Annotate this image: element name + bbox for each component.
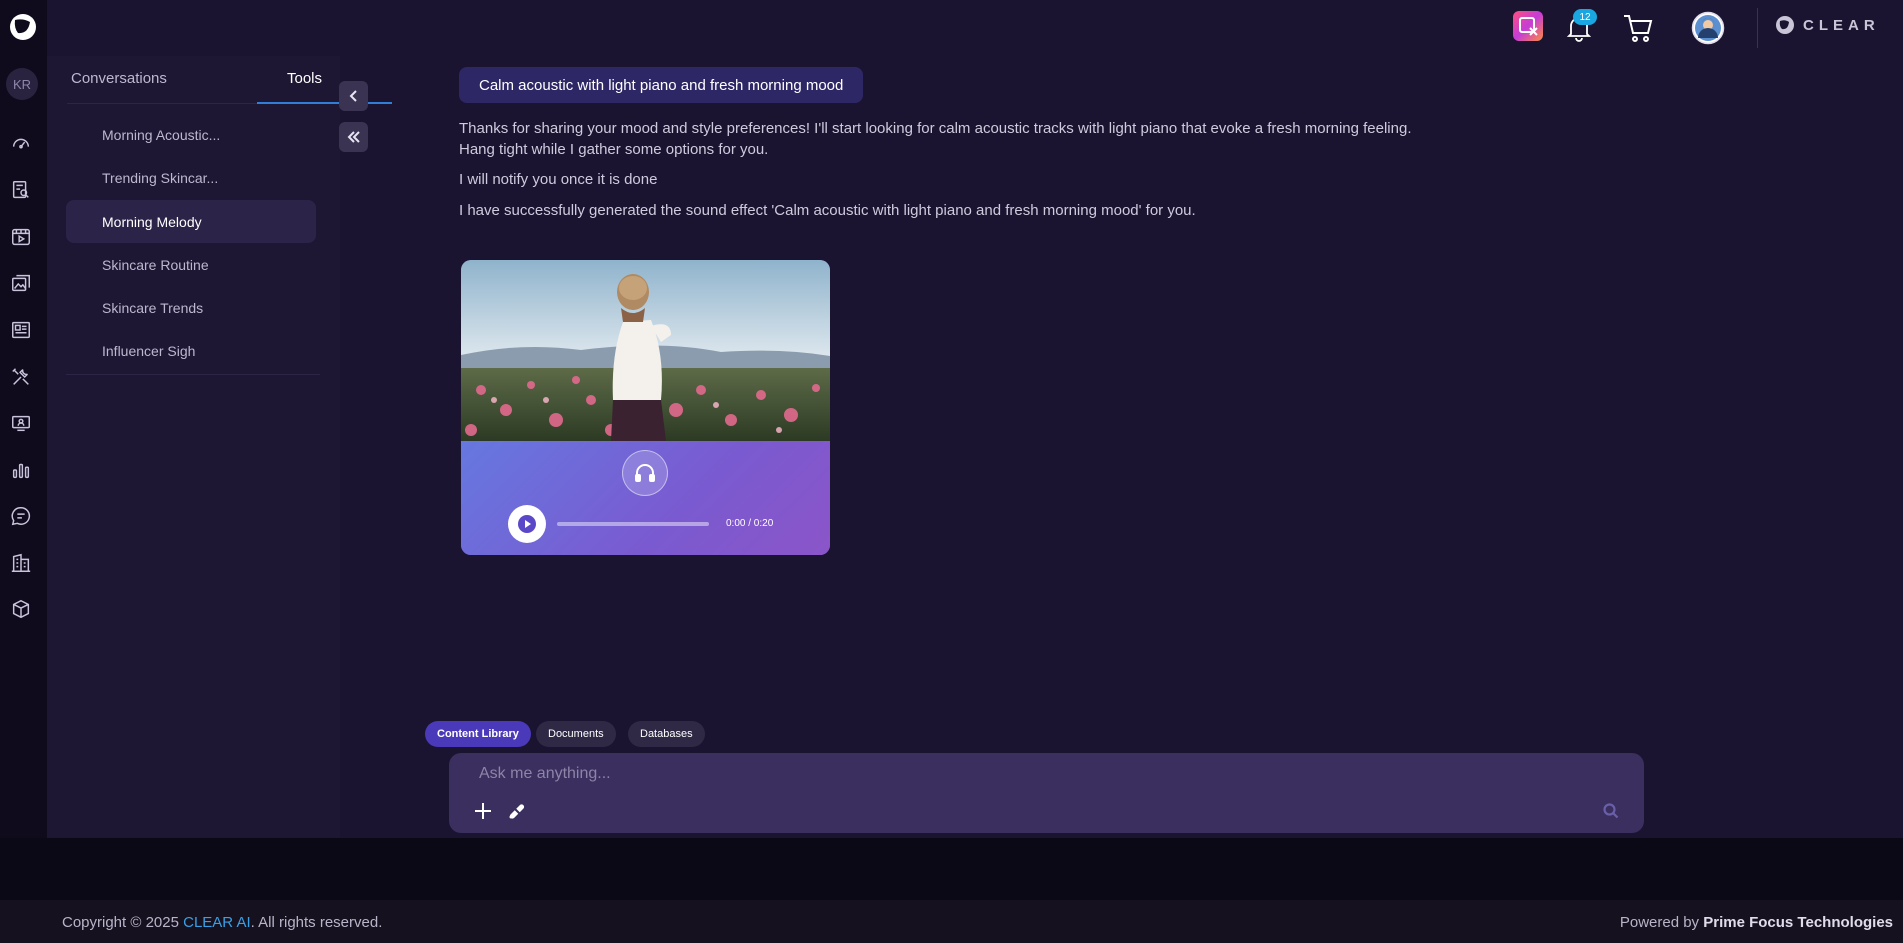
video-icon[interactable] [9,225,33,249]
sidebar-panel: Conversations Tools Morning Acoustic... … [47,56,392,838]
double-chevron-left-icon [347,131,360,143]
powered-prefix: Powered by [1619,914,1704,931]
copyright-brand-link[interactable]: CLEAR AI [183,914,251,931]
tab-conversations[interactable]: Conversations [71,70,167,87]
thread-label: Skincare Routine [102,256,209,273]
chat-input-box [449,753,1644,833]
chip-documents[interactable]: Documents [536,721,616,747]
clear-logo-icon [1776,16,1794,34]
document-search-icon[interactable] [9,178,33,202]
chat-input[interactable] [479,761,1579,787]
package-icon[interactable] [9,597,33,621]
audio-time: 0:00 / 0:20 [726,518,774,529]
assistant-message-line: I will notify you once it is done [459,171,658,188]
left-rail: KR [0,0,47,900]
thread-label: Influencer Sigh [102,342,196,359]
brand-logo: CLEAR [1775,15,1880,35]
thread-item[interactable]: Skincare Trends [66,286,316,329]
user-avatar[interactable]: KR [6,68,38,100]
sidebar-tabs: Conversations Tools [67,56,392,104]
user-message: Calm acoustic with light piano and fresh… [459,67,864,103]
assistant-message-line: I have successfully generated the sound … [459,202,1196,219]
gallery-icon[interactable] [9,271,33,295]
footer: Copyright © 2025 CLEAR AI. All rights re… [0,900,1903,943]
powered-brand: Prime Focus Technologies [1703,914,1893,931]
thread-item[interactable]: Morning Acoustic... [66,113,316,156]
audio-progress-bar[interactable] [557,522,709,526]
cover-image [461,260,830,441]
headphones-icon [622,450,668,496]
building-icon[interactable] [9,551,33,575]
active-tab-indicator [257,102,392,104]
collapse-all-button[interactable] [339,122,368,152]
user-message-text: Calm acoustic with light piano and fresh… [479,76,844,94]
search-icon[interactable] [1599,799,1623,823]
notification-badge: 12 [1573,9,1597,25]
chevron-left-icon [349,90,357,102]
play-button[interactable] [508,505,546,543]
app-logo-icon[interactable] [8,12,38,42]
tab-tools[interactable]: Tools [287,70,322,87]
chip-databases[interactable]: Databases [628,721,705,747]
studio-app-icon[interactable] [1512,10,1544,47]
support-icon[interactable] [9,411,33,435]
add-icon[interactable] [471,799,495,823]
brand-name: CLEAR [1803,16,1880,34]
play-icon [518,515,536,533]
profile-avatar-icon[interactable] [1691,11,1725,50]
cart-icon[interactable] [1622,12,1654,49]
magic-wand-icon[interactable] [505,799,529,823]
thread-item[interactable]: Influencer Sigh [66,329,316,372]
chip-content-library[interactable]: Content Library [425,721,531,747]
chat-icon[interactable] [9,504,33,528]
thread-label: Skincare Trends [102,299,204,316]
collapse-panel-button[interactable] [339,81,368,111]
thread-label: Morning Melody [102,213,202,230]
powered-by: Powered by Prime Focus Technologies [1620,914,1893,931]
thread-label: Trending Skincar... [102,169,219,186]
thread-item-active[interactable]: Morning Melody [66,200,316,243]
analytics-icon[interactable] [9,458,33,482]
copyright-suffix: . All rights reserved. [250,914,383,931]
thread-list-divider [66,374,320,375]
copyright-prefix: Copyright © 2025 [62,914,184,931]
footer-spacer [0,838,1903,900]
thread-item[interactable]: Trending Skincar... [66,156,316,199]
tools-icon[interactable] [9,365,33,389]
thread-item[interactable]: Skincare Routine [66,243,316,286]
assistant-message-line: Hang tight while I gather some options f… [459,141,769,158]
topbar-divider [1757,8,1758,48]
thread-label: Morning Acoustic... [102,126,221,143]
assistant-message-line: Thanks for sharing your mood and style p… [459,120,1412,137]
copyright: Copyright © 2025 CLEAR AI. All rights re… [62,914,382,931]
newspaper-icon[interactable] [9,318,33,342]
gauge-icon[interactable] [9,131,33,155]
